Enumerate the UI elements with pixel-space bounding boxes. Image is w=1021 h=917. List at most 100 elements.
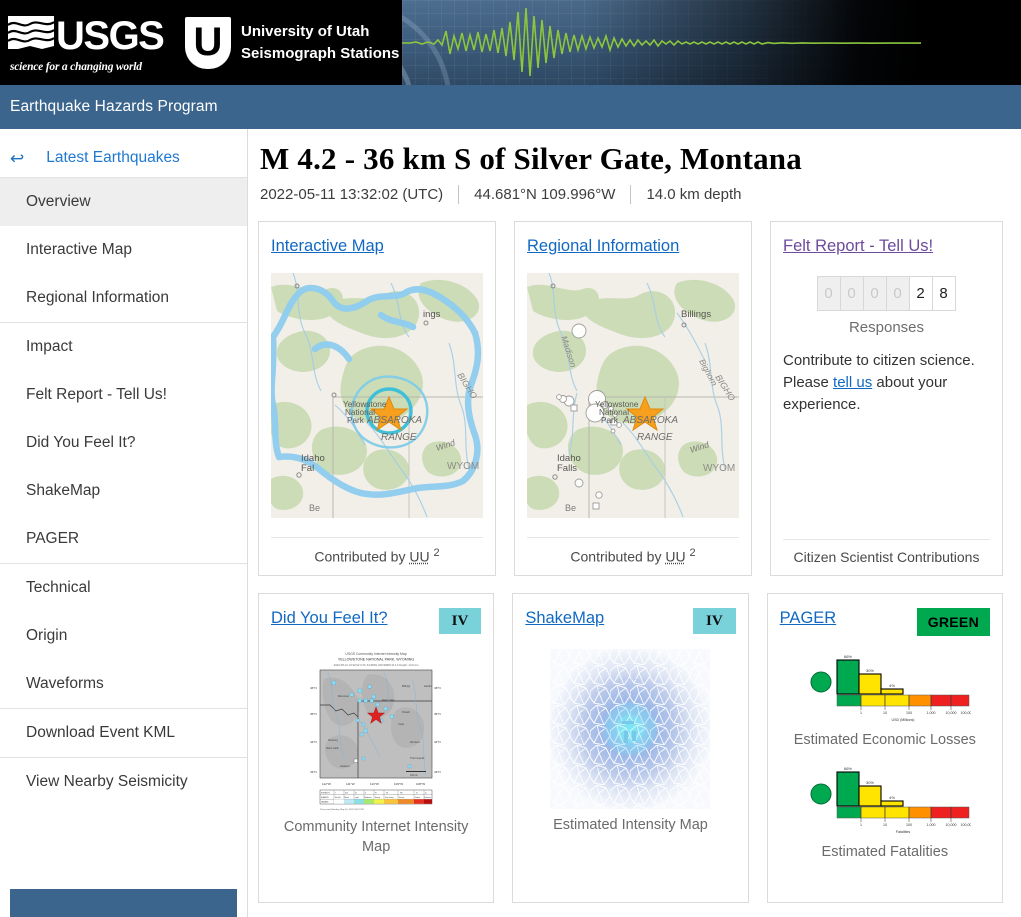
- card-header: ShakeMap IV: [525, 608, 736, 634]
- card-interactive-map[interactable]: Interactive Map ings Yellowstone Nationa…: [258, 221, 496, 576]
- sidebar-item-label: Technical: [26, 579, 91, 596]
- sidebar-group-event: Overview Interactive Map Regional Inform…: [0, 177, 247, 322]
- attribution-prefix: Contributed by: [314, 549, 406, 565]
- program-nav-bar: Earthquake Hazards Program: [0, 85, 1021, 129]
- svg-text:Rexburg: Rexburg: [328, 738, 338, 742]
- svg-text:RANGE: RANGE: [637, 432, 673, 443]
- svg-text:Processed: Monday, May 16, 202: Processed: Monday, May 16, 2022 03:02 PM: [320, 808, 364, 811]
- attribution-source[interactable]: UU: [665, 549, 685, 565]
- pager-caption: Estimated Fatalities: [821, 844, 949, 860]
- sidebar-item-pager[interactable]: PAGER: [0, 515, 247, 563]
- svg-text:ABSAROKA: ABSAROKA: [622, 415, 678, 426]
- svg-text:4%: 4%: [889, 795, 895, 800]
- svg-text:Falls: Falls: [557, 463, 577, 474]
- cdi-intensity-map-icon[interactable]: USGS Community Internet Intensity Map YE…: [298, 645, 455, 817]
- svg-text:46°N: 46°N: [434, 686, 441, 690]
- event-coordinates: 44.681°N 109.996°W: [474, 186, 616, 203]
- svg-text:Powell: Powell: [402, 710, 410, 714]
- pager-fatality-histogram-icon[interactable]: 66% 30% 4% 1 10 100 1,000 10,000 100,0 F…: [798, 760, 971, 838]
- card-title-link[interactable]: Felt Report - Tell Us!: [783, 236, 933, 256]
- sidebar-item-overview[interactable]: Overview: [0, 178, 247, 226]
- svg-text:43°N: 43°N: [434, 770, 441, 774]
- lon-label: 111°W: [346, 782, 355, 786]
- svg-text:Be: Be: [309, 503, 320, 513]
- responses-label: Responses: [848, 319, 925, 336]
- counter-digit: 8: [931, 276, 956, 311]
- svg-text:SHAKING: SHAKING: [321, 796, 329, 799]
- axis-label: USD (Millions): [891, 718, 914, 722]
- svg-text:Moderate: Moderate: [365, 796, 372, 799]
- thumbnail-wrapper: Billings Madison Yellowstone National Pa…: [527, 273, 739, 518]
- attribution-source[interactable]: UU: [409, 549, 429, 565]
- card-header: PAGER GREEN: [780, 608, 990, 636]
- event-metadata: 2022-05-11 13:32:02 (UTC) 44.681°N 109.9…: [260, 185, 1003, 204]
- svg-text:Jackson: Jackson: [340, 764, 350, 768]
- sidebar-item-regional-information[interactable]: Regional Information: [0, 274, 247, 322]
- card-title-link[interactable]: Interactive Map: [271, 236, 384, 256]
- card-title-link[interactable]: PAGER: [780, 608, 837, 628]
- tell-us-link[interactable]: tell us: [833, 374, 872, 391]
- card-pager[interactable]: PAGER GREEN 66% 30% 4% 1 10 100 1,000 10…: [766, 593, 1003, 903]
- card-caption: Estimated Intensity Map: [553, 817, 708, 833]
- pager-loss-histogram-icon[interactable]: 66% 30% 4% 1 10 100 1,000 10,000 100,0 U…: [798, 648, 971, 726]
- svg-text:44°N: 44°N: [434, 740, 441, 744]
- sidebar-item-shakemap[interactable]: ShakeMap: [0, 467, 247, 515]
- card-regional-information[interactable]: Regional Information Billings Madison Ye…: [514, 221, 752, 576]
- svg-text:10: 10: [883, 823, 887, 827]
- axis-tick: 1: [860, 711, 862, 715]
- counter-digit: 0: [885, 276, 910, 311]
- card-row-primary: Interactive Map ings Yellowstone Nationa…: [258, 221, 1003, 576]
- sidebar-item-label: Felt Report - Tell Us!: [26, 386, 167, 403]
- card-shakemap[interactable]: ShakeMap IV Estimated Intensity Map: [512, 593, 749, 903]
- sidebar-group-nearby: View Nearby Seismicity: [0, 757, 247, 806]
- usgs-logo[interactable]: USGS science for a changing world: [8, 13, 165, 73]
- card-did-you-feel-it[interactable]: Did You Feel It? IV USGS Community Inter…: [258, 593, 495, 903]
- sidebar-group-downloads: Download Event KML: [0, 708, 247, 757]
- card-title-link[interactable]: Did You Feel It?: [271, 608, 388, 628]
- attribution-text: Citizen Scientist Contributions: [793, 549, 980, 565]
- sidebar-group-technical: Technical Origin Waveforms: [0, 563, 247, 708]
- back-to-latest-earthquakes-link[interactable]: ↩ Latest Earthquakes: [0, 145, 247, 177]
- svg-text:1,000: 1,000: [926, 823, 935, 827]
- sidebar-item-origin[interactable]: Origin: [0, 612, 247, 660]
- svg-text:Extreme: Extreme: [425, 796, 431, 799]
- university-of-utah-logo[interactable]: University of Utah Seismograph Stations: [185, 16, 399, 69]
- lat-label: 46°N: [310, 686, 317, 690]
- card-felt-report[interactable]: Felt Report - Tell Us! 0 0 0 0 2 8 Respo…: [770, 221, 1003, 576]
- sidebar-item-label: PAGER: [26, 530, 80, 547]
- sidebar-item-felt-report[interactable]: Felt Report - Tell Us!: [0, 371, 247, 419]
- svg-text:100 km: 100 km: [410, 774, 418, 777]
- sidebar-group-impact: Impact Felt Report - Tell Us! Did You Fe…: [0, 322, 247, 563]
- sidebar-item-view-nearby-seismicity[interactable]: View Nearby Seismicity: [0, 758, 247, 806]
- regional-seismicity-map-icon[interactable]: Billings Madison Yellowstone National Pa…: [527, 273, 739, 518]
- svg-text:100: 100: [906, 823, 912, 827]
- lat-label: 43°N: [310, 770, 317, 774]
- card-caption: Community Internet Intensity Map: [283, 819, 469, 855]
- sidebar-item-download-event-kml[interactable]: Download Event KML: [0, 709, 247, 757]
- axis-tick: 100,000: [960, 711, 971, 715]
- sidebar-item-did-you-feel-it[interactable]: Did You Feel It?: [0, 419, 247, 467]
- svg-text:Severe: Severe: [399, 796, 404, 799]
- event-time: 2022-05-11 13:32:02 (UTC): [260, 186, 444, 203]
- pager-caption: Estimated Economic Losses: [793, 732, 976, 748]
- sidebar-item-interactive-map[interactable]: Interactive Map: [0, 226, 247, 274]
- sidebar-item-technical[interactable]: Technical: [0, 564, 247, 612]
- svg-text:10,000: 10,000: [945, 823, 956, 827]
- banner-logo-group: USGS science for a changing world Univer…: [0, 0, 402, 85]
- shakemap-intensity-map-icon[interactable]: [550, 645, 711, 815]
- svg-text:Cody: Cody: [398, 722, 405, 726]
- lon-label: 112°W: [322, 782, 331, 786]
- bar-label: 30%: [866, 668, 874, 673]
- regional-terrain-map-icon[interactable]: ings Yellowstone National Park ABSAROKA …: [271, 273, 483, 518]
- response-counter: 0 0 0 0 2 8: [783, 276, 990, 311]
- card-title-link[interactable]: ShakeMap: [525, 608, 604, 628]
- svg-text:WYOM: WYOM: [447, 461, 479, 472]
- svg-text:ings: ings: [423, 309, 441, 320]
- card-title-link[interactable]: Regional Information: [527, 236, 679, 256]
- sidebar-item-impact[interactable]: Impact: [0, 323, 247, 371]
- program-title[interactable]: Earthquake Hazards Program: [10, 98, 218, 116]
- svg-text:45°N: 45°N: [434, 712, 441, 716]
- sidebar-item-waveforms[interactable]: Waveforms: [0, 660, 247, 708]
- attribution-prefix: Contributed by: [570, 549, 662, 565]
- card-attribution: Citizen Scientist Contributions: [783, 539, 990, 565]
